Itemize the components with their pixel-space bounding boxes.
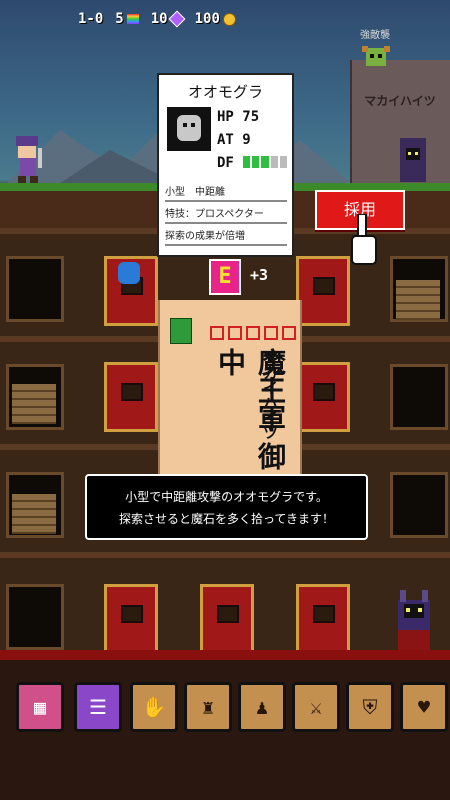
message-dialog[interactable]: 小型で中距離攻撃のオオモグラです。 探索させると魔石を多く拾ってきます！ (85, 474, 368, 540)
red-room-door[interactable] (296, 256, 350, 326)
hero-character (16, 136, 42, 184)
castle-sign: マカイハイツ (364, 94, 436, 108)
floor-indicator: 1-0 (78, 11, 104, 27)
df-bar-segment (261, 156, 269, 168)
stamp-icon (170, 318, 192, 344)
dialog-line-2: 探索させると魔石を多く拾ってきます！ (118, 512, 335, 526)
df-bar-segment (252, 156, 260, 168)
recruit-envelope: マカイハイツ 魔王軍 御中 (158, 300, 302, 480)
red-room-door[interactable] (104, 584, 158, 654)
df-bar-segment (243, 156, 251, 168)
hands-icon: ✋ (141, 695, 167, 719)
room-door[interactable] (390, 472, 448, 538)
scarecrow-icon: ♟ (255, 695, 269, 719)
monster-name: オオモグラ (187, 83, 263, 101)
room-door[interactable] (390, 364, 448, 430)
rank-bonus: +3 (250, 266, 269, 284)
postal-code-boxes (210, 326, 296, 340)
monster-type: 小型 中距離 (165, 183, 287, 202)
hp-stat: HP 75 (217, 109, 260, 125)
df-bar-segment (270, 156, 278, 168)
game-screen: { "hud": { "floor": "1-0", "rainbow_coun… (0, 0, 450, 800)
red-room-door[interactable] (104, 362, 158, 432)
coin-icon (222, 12, 236, 26)
building-icon: ▦ (33, 695, 47, 719)
shield-icon: ⛨ (362, 695, 378, 719)
helmet-button[interactable]: ♜ (184, 682, 232, 732)
scarecrow-button[interactable]: ♟ (238, 682, 286, 732)
red-room-door[interactable] (296, 362, 350, 432)
at-stat: AT 9 (217, 132, 251, 148)
rank-badge: E (209, 259, 241, 295)
monster-info-card: オオモグラ HP 75 AT 9 DF 小型 中距離 特技：プロスペクター 探索… (157, 73, 294, 257)
building-button[interactable]: ▦ (16, 682, 64, 732)
room-door[interactable] (6, 584, 64, 650)
heart-hands-button[interactable]: ♥ (400, 682, 448, 732)
df-bar-segment (279, 156, 288, 168)
gem-icon (168, 10, 186, 28)
sword-button[interactable]: ⚔ (292, 682, 340, 732)
rainbow-icon (126, 14, 139, 24)
enemy-alert-label: 強敵襲 (360, 30, 390, 41)
monster-skill: 特技：プロスペクター (165, 205, 287, 224)
treasure-crate (396, 280, 440, 320)
hands-button[interactable]: ✋ (130, 682, 178, 732)
gem-counter: 10 (151, 10, 186, 28)
goblin-on-castle (362, 46, 390, 66)
room-door[interactable] (6, 256, 64, 322)
pointing-hand-icon (351, 214, 377, 265)
treasure-crate (12, 384, 56, 424)
dialog-line-1: 小型で中距離攻撃のオオモグラです。 (125, 490, 328, 504)
df-stat-bar (243, 156, 288, 168)
monster-effect: 探索の成果が倍増 (165, 227, 287, 246)
list-icon: ☰ (89, 695, 107, 719)
hooded-demon-npc (400, 138, 426, 182)
heart-hands-icon: ♥ (417, 695, 431, 719)
red-room-door[interactable] (200, 584, 254, 654)
sword-icon: ⚔ (309, 695, 323, 719)
mole-portrait-icon (167, 107, 211, 151)
shield-button[interactable]: ⛨ (346, 682, 394, 732)
coin-counter: 100 (195, 11, 236, 27)
rainbow-counter: 5 (115, 11, 139, 27)
envelope-recipient-line2: 魔王軍 御中 (214, 348, 287, 470)
treasure-crate (12, 494, 56, 534)
df-stat-label: DF (217, 155, 234, 171)
list-button[interactable]: ☰ (74, 682, 122, 732)
top-hud: 1-0 5 10 100 (78, 10, 236, 28)
red-room-door[interactable] (296, 584, 350, 654)
red-carpet (0, 650, 450, 660)
helmet-icon: ♜ (201, 695, 215, 719)
blue-slime (118, 262, 140, 284)
demon-king (398, 590, 430, 650)
